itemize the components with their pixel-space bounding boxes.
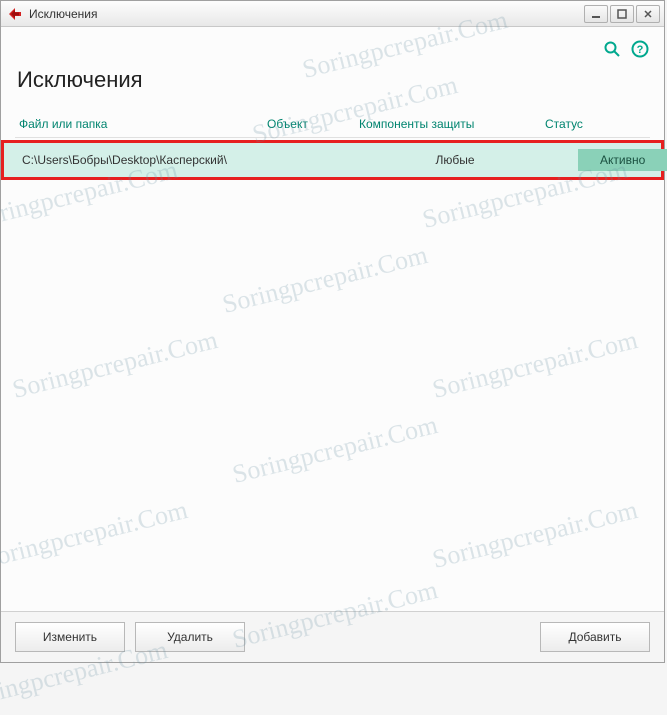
column-object-header[interactable]: Объект (267, 117, 359, 131)
table-header: Файл или папка Объект Компоненты защиты … (15, 111, 650, 138)
status-badge: Активно (578, 149, 667, 171)
cell-components: Любые (362, 153, 548, 167)
window-title: Исключения (29, 7, 584, 21)
edit-button[interactable]: Изменить (15, 622, 125, 652)
app-icon (7, 6, 23, 22)
spacer (255, 622, 530, 652)
svg-text:?: ? (637, 44, 644, 56)
search-icon[interactable] (602, 39, 622, 59)
table-row[interactable]: C:\Users\Бобры\Desktop\Касперский\ Любые… (4, 143, 661, 177)
column-components-header[interactable]: Компоненты защиты (359, 117, 545, 131)
window-controls (584, 5, 660, 23)
close-button[interactable] (636, 5, 660, 23)
cell-file: C:\Users\Бобры\Desktop\Касперский\ (22, 153, 270, 167)
app-window: Исключения ? (0, 0, 665, 663)
cell-status: Активно (548, 149, 667, 171)
maximize-button[interactable] (610, 5, 634, 23)
selected-row-highlight: C:\Users\Бобры\Desktop\Касперский\ Любые… (1, 140, 664, 180)
content-area: ? Исключения Файл или папка Объект Компо… (1, 27, 664, 611)
minimize-button[interactable] (584, 5, 608, 23)
help-icon[interactable]: ? (630, 39, 650, 59)
titlebar: Исключения (1, 1, 664, 27)
page-title: Исключения (17, 67, 650, 93)
add-button[interactable]: Добавить (540, 622, 650, 652)
column-status-header[interactable]: Статус (545, 117, 650, 131)
delete-button[interactable]: Удалить (135, 622, 245, 652)
empty-area (15, 180, 650, 597)
bottom-bar: Изменить Удалить Добавить (1, 611, 664, 662)
toolbar: ? (15, 35, 650, 63)
column-file-header[interactable]: Файл или папка (19, 117, 267, 131)
